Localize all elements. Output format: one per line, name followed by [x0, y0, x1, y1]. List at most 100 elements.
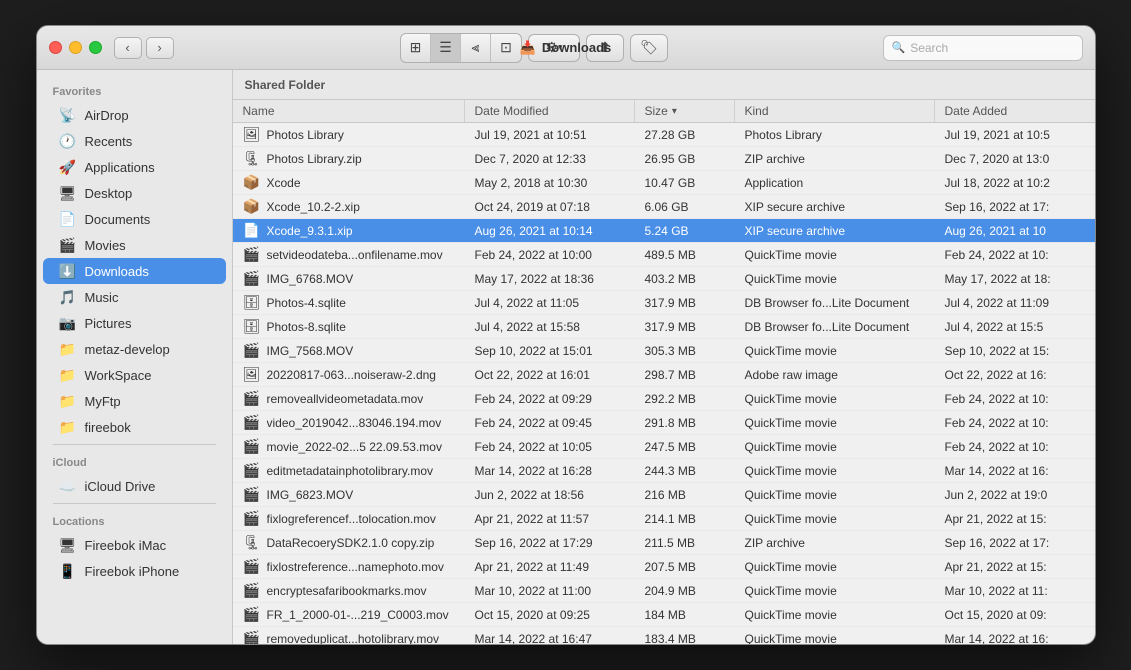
- cell-date-added: Jul 18, 2022 at 10:2: [935, 171, 1095, 194]
- close-button[interactable]: [49, 41, 62, 54]
- table-row[interactable]: 🎬 IMG_7568.MOV Sep 10, 2022 at 15:01 305…: [233, 339, 1095, 363]
- cell-size: 292.2 MB: [635, 387, 735, 410]
- file-name: fixlostreference...namephoto.mov: [267, 560, 444, 574]
- file-name: removeallvideometadata.mov: [267, 392, 424, 406]
- sidebar-item-movies[interactable]: 🎬 Movies: [43, 232, 226, 258]
- sidebar-item-fireebok-iphone[interactable]: 📱 Fireebok iPhone: [43, 558, 226, 584]
- file-area: Shared Folder Name Date Modified Size ▾: [233, 70, 1095, 644]
- file-name: IMG_6823.MOV: [267, 488, 354, 502]
- table-row[interactable]: 🎬 encryptesafaribookmarks.mov Mar 10, 20…: [233, 579, 1095, 603]
- icloud-label: iCloud: [37, 449, 232, 473]
- tag-button[interactable]: 🏷: [630, 34, 668, 62]
- cell-name: 📦 Xcode_10.2-2.xip: [233, 195, 465, 218]
- cell-kind: Photos Library: [735, 123, 935, 146]
- table-row[interactable]: 📦 Xcode_10.2-2.xip Oct 24, 2019 at 07:18…: [233, 195, 1095, 219]
- cell-size: 27.28 GB: [635, 123, 735, 146]
- table-row[interactable]: 🎬 movie_2022-02...5 22.09.53.mov Feb 24,…: [233, 435, 1095, 459]
- sidebar-item-fireebok[interactable]: 📁 fireebok: [43, 414, 226, 440]
- table-row[interactable]: 🎬 FR_1_2000-01-...219_C0003.mov Oct 15, …: [233, 603, 1095, 627]
- cell-date-added: May 17, 2022 at 18:: [935, 267, 1095, 290]
- table-row[interactable]: 🖼 Photos Library Jul 19, 2021 at 10:51 2…: [233, 123, 1095, 147]
- cell-size: 317.9 MB: [635, 315, 735, 338]
- sidebar-item-workspace[interactable]: 📁 WorkSpace: [43, 362, 226, 388]
- back-button[interactable]: ‹: [114, 37, 142, 59]
- table-row[interactable]: 🎬 editmetadatainphotolibrary.mov Mar 14,…: [233, 459, 1095, 483]
- table-row[interactable]: 🎬 fixlostreference...namephoto.mov Apr 2…: [233, 555, 1095, 579]
- cell-kind: QuickTime movie: [735, 579, 935, 602]
- music-icon: 🎵: [59, 288, 77, 306]
- cell-kind: QuickTime movie: [735, 243, 935, 266]
- locations-label: Locations: [37, 508, 232, 532]
- col-kind[interactable]: Kind: [735, 100, 935, 122]
- forward-button[interactable]: ›: [146, 37, 174, 59]
- title-icon: 📥: [520, 40, 536, 56]
- maximize-button[interactable]: [89, 41, 102, 54]
- sidebar-item-fireebok-imac[interactable]: 🖥 Fireebok iMac: [43, 532, 226, 558]
- table-row[interactable]: 🎬 removeduplicat...hotolibrary.mov Mar 1…: [233, 627, 1095, 644]
- table-row[interactable]: 📦 Xcode May 2, 2018 at 10:30 10.47 GB Ap…: [233, 171, 1095, 195]
- sidebar-item-desktop[interactable]: 🖥 Desktop: [43, 180, 226, 206]
- column-view-button[interactable]: ⫷: [461, 34, 491, 62]
- table-row[interactable]: 🎬 IMG_6768.MOV May 17, 2022 at 18:36 403…: [233, 267, 1095, 291]
- sidebar-item-label: AirDrop: [85, 108, 129, 123]
- file-icon: 🎬: [243, 606, 261, 623]
- cell-date-modified: Jul 4, 2022 at 11:05: [465, 291, 635, 314]
- cell-size: 207.5 MB: [635, 555, 735, 578]
- col-size[interactable]: Size ▾: [635, 100, 735, 122]
- file-icon: 📦: [243, 174, 261, 191]
- cell-date-added: Mar 10, 2022 at 11:: [935, 579, 1095, 602]
- view-mode-group: ⊞ ☰ ⫷ ⊡: [400, 33, 522, 63]
- sidebar-item-label: Pictures: [85, 316, 132, 331]
- table-row[interactable]: 🗜 DataRecoerySDK2.1.0 copy.zip Sep 16, 2…: [233, 531, 1095, 555]
- search-placeholder: Search: [910, 41, 948, 55]
- gallery-view-button[interactable]: ⊡: [491, 34, 521, 62]
- cell-size: 489.5 MB: [635, 243, 735, 266]
- file-name: Photos-8.sqlite: [267, 320, 346, 334]
- cell-size: 298.7 MB: [635, 363, 735, 386]
- airdrop-icon: 📡: [59, 106, 77, 124]
- sidebar-item-airdrop[interactable]: 📡 AirDrop: [43, 102, 226, 128]
- table-row[interactable]: 🎬 video_2019042...83046.194.mov Feb 24, …: [233, 411, 1095, 435]
- sidebar-item-label: Music: [85, 290, 119, 305]
- table-row[interactable]: 🖼 20220817-063...noiseraw-2.dng Oct 22, …: [233, 363, 1095, 387]
- minimize-button[interactable]: [69, 41, 82, 54]
- table-row[interactable]: 📄 Xcode_9.3.1.xip Aug 26, 2021 at 10:14 …: [233, 219, 1095, 243]
- sidebar-item-music[interactable]: 🎵 Music: [43, 284, 226, 310]
- file-icon: 🎬: [243, 582, 261, 599]
- table-row[interactable]: 🗄 Photos-4.sqlite Jul 4, 2022 at 11:05 3…: [233, 291, 1095, 315]
- file-name: encryptesafaribookmarks.mov: [267, 584, 427, 598]
- table-row[interactable]: 🎬 removeallvideometadata.mov Feb 24, 202…: [233, 387, 1095, 411]
- table-header: Name Date Modified Size ▾ Kind Date Adde…: [233, 100, 1095, 123]
- table-row[interactable]: 🎬 IMG_6823.MOV Jun 2, 2022 at 18:56 216 …: [233, 483, 1095, 507]
- table-row[interactable]: 🎬 setvideodateba...onfilename.mov Feb 24…: [233, 243, 1095, 267]
- cell-date-added: Oct 22, 2022 at 16:: [935, 363, 1095, 386]
- folder-icon: 📁: [59, 340, 77, 358]
- table-row[interactable]: 🗜 Photos Library.zip Dec 7, 2020 at 12:3…: [233, 147, 1095, 171]
- iphone-icon: 📱: [59, 562, 77, 580]
- file-icon: 🗄: [243, 294, 261, 311]
- col-date-modified[interactable]: Date Modified: [465, 100, 635, 122]
- cell-date-modified: Jul 19, 2021 at 10:51: [465, 123, 635, 146]
- col-date-added[interactable]: Date Added: [935, 100, 1095, 122]
- table-row[interactable]: 🗄 Photos-8.sqlite Jul 4, 2022 at 15:58 3…: [233, 315, 1095, 339]
- sidebar-item-applications[interactable]: 🚀 Applications: [43, 154, 226, 180]
- sidebar-item-documents[interactable]: 📄 Documents: [43, 206, 226, 232]
- cell-date-modified: Jun 2, 2022 at 18:56: [465, 483, 635, 506]
- sidebar-item-recents[interactable]: 🕐 Recents: [43, 128, 226, 154]
- sidebar-item-metaz[interactable]: 📁 metaz-develop: [43, 336, 226, 362]
- sidebar-item-myftp[interactable]: 📁 MyFtp: [43, 388, 226, 414]
- file-icon: 🗄: [243, 318, 261, 335]
- list-view-button[interactable]: ☰: [431, 34, 461, 62]
- cell-date-modified: Oct 15, 2020 at 09:25: [465, 603, 635, 626]
- cell-size: 204.9 MB: [635, 579, 735, 602]
- table-row[interactable]: 🎬 fixlogreferencef...tolocation.mov Apr …: [233, 507, 1095, 531]
- sidebar-item-downloads[interactable]: ⬇️ Downloads: [43, 258, 226, 284]
- search-box[interactable]: 🔍 Search: [883, 35, 1083, 61]
- sidebar-item-pictures[interactable]: 📷 Pictures: [43, 310, 226, 336]
- file-icon: 🗜: [243, 150, 261, 167]
- icloud-icon: ☁️: [59, 477, 77, 495]
- sidebar-item-icloud-drive[interactable]: ☁️ iCloud Drive: [43, 473, 226, 499]
- cell-name: 🎬 encryptesafaribookmarks.mov: [233, 579, 465, 602]
- col-name[interactable]: Name: [233, 100, 465, 122]
- icon-view-button[interactable]: ⊞: [401, 34, 431, 62]
